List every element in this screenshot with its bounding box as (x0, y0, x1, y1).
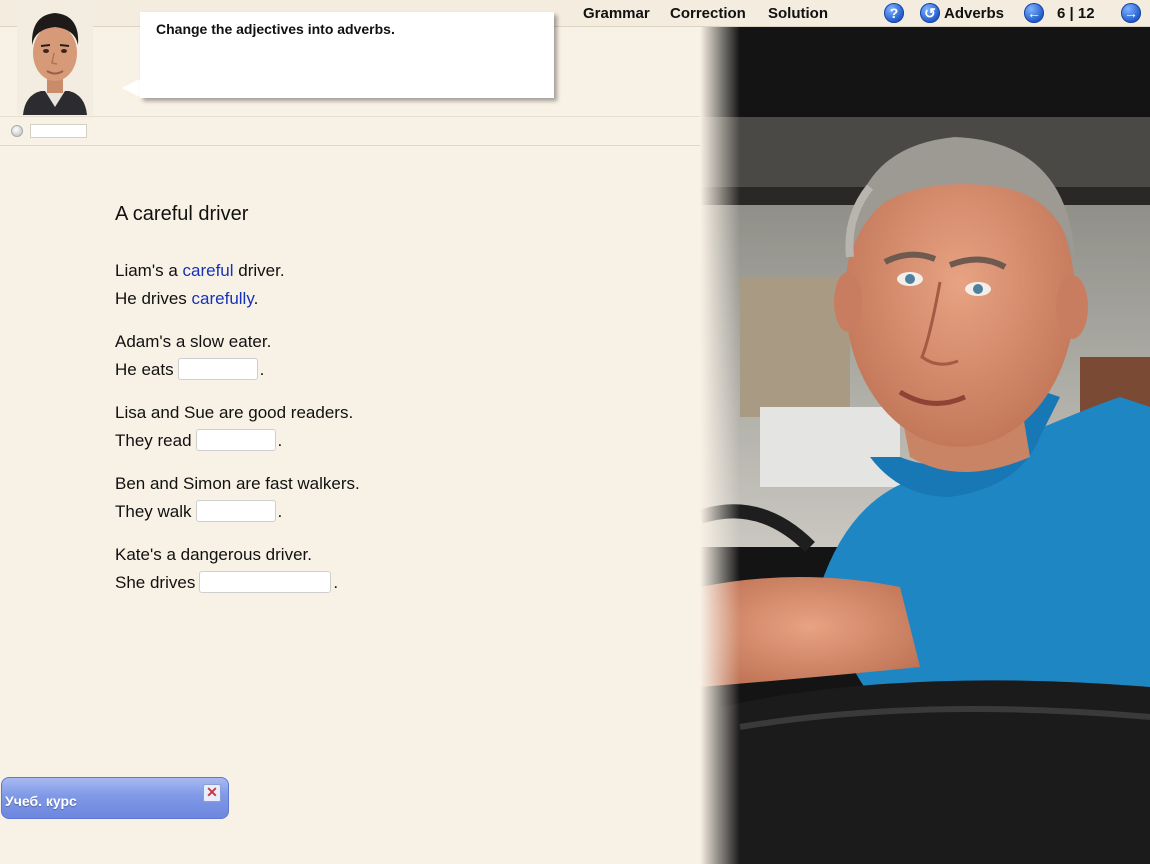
previous-page-icon[interactable]: ← (1024, 3, 1044, 23)
item-sentence: Lisa and Sue are good readers. (115, 403, 354, 422)
item-sentence: Ben and Simon are fast walkers. (115, 474, 360, 493)
grammar-button[interactable]: Grammar (583, 5, 650, 22)
answer-input-4[interactable] (199, 570, 332, 593)
speech-bubble-tail (122, 78, 142, 98)
instruction-text: Change the adjectives into adverbs. (156, 21, 395, 37)
item-prompt-line: She drives. (115, 569, 675, 597)
example-sentence: Liam's a careful driver. (115, 257, 675, 285)
item-end: . (333, 573, 339, 592)
example-answer: He drives carefully. (115, 285, 675, 313)
page-counter: 6 | 12 (1057, 5, 1095, 22)
content-divider (0, 145, 700, 146)
help-icon[interactable]: ? (884, 3, 904, 23)
example-text: He drives (115, 289, 192, 308)
correction-button[interactable]: Correction (670, 5, 746, 22)
item-sentence: Kate's a dangerous driver. (115, 545, 312, 564)
solution-button[interactable]: Solution (768, 5, 828, 22)
item-end: . (259, 360, 265, 379)
exercise-item-2: Lisa and Sue are good readers. They read… (115, 399, 675, 455)
exercise-item-4: Kate's a dangerous driver. She drives. (115, 541, 675, 597)
item-prompt: She drives (115, 573, 196, 592)
next-page-icon[interactable]: → (1121, 3, 1141, 23)
example-adjective: careful (182, 261, 234, 280)
instructor-avatar (17, 3, 93, 115)
exercise-item-3: Ben and Simon are fast walkers. They wal… (115, 470, 675, 526)
item-prompt-line: They walk. (115, 498, 675, 526)
example-text: driver. (233, 261, 285, 280)
exercise-title: A careful driver (115, 203, 249, 225)
header-divider (0, 116, 700, 117)
example-text: . (253, 289, 259, 308)
course-taskbar-button[interactable]: Учеб. курс ✕ (1, 777, 229, 819)
item-prompt: He eats (115, 360, 174, 379)
speech-bubble: Change the adjectives into adverbs. (140, 12, 554, 98)
progress-indicator-icon (11, 125, 23, 137)
progress-field (30, 124, 87, 138)
example-text: Liam's a (115, 261, 183, 280)
item-sentence: Adam's a slow eater. (115, 332, 272, 351)
driver-photo (700, 27, 1150, 864)
item-prompt-line: They read. (115, 427, 675, 455)
close-icon[interactable]: ✕ (203, 784, 221, 802)
answer-input-1[interactable] (177, 357, 258, 380)
photo-fade-edge (700, 27, 740, 864)
exercise-item-1: Adam's a slow eater. He eats. (115, 328, 675, 384)
item-prompt: They read (115, 431, 192, 450)
restart-icon[interactable]: ↺ (920, 3, 940, 23)
example-adverb: carefully (191, 289, 254, 308)
item-end: . (277, 502, 283, 521)
answer-input-3[interactable] (195, 499, 276, 522)
course-taskbar-label: Учеб. курс (5, 793, 77, 809)
topic-title: Adverbs (944, 5, 1005, 22)
driver-illustration (700, 27, 1150, 864)
item-prompt-line: He eats. (115, 356, 675, 384)
example-pair: Liam's a careful driver. He drives caref… (115, 257, 675, 313)
item-end: . (277, 431, 283, 450)
exercise-panel: A careful driver Liam's a careful driver… (115, 203, 675, 612)
instructor-portrait (17, 3, 93, 115)
item-prompt: They walk (115, 502, 192, 521)
answer-input-2[interactable] (195, 428, 276, 451)
